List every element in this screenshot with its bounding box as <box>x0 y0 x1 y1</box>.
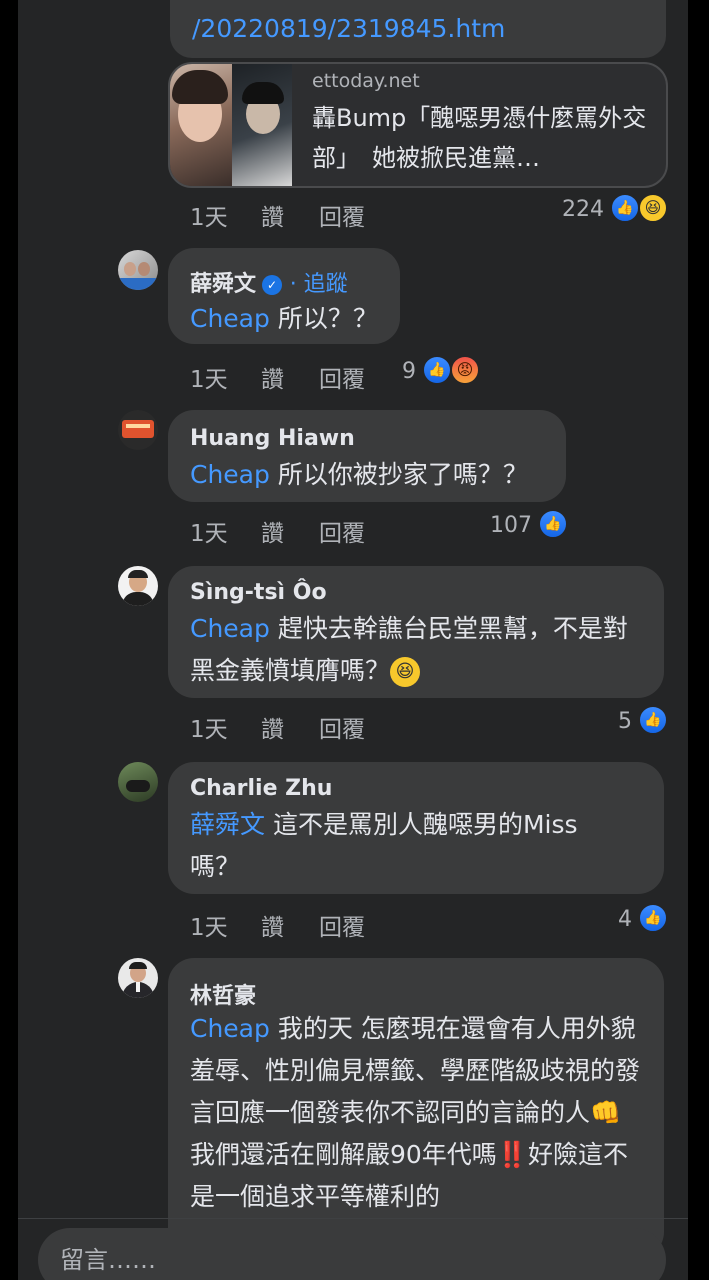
like-icon: 👍 <box>422 355 452 385</box>
comment-author[interactable]: Huang Hiawn <box>190 426 355 451</box>
avatar[interactable] <box>118 410 158 450</box>
comment-author[interactable]: Sìng-tsì Ôo <box>190 580 327 605</box>
reply-button[interactable]: 回覆 <box>319 908 365 942</box>
like-button[interactable]: 讚 <box>261 198 284 232</box>
mention[interactable]: Cheap <box>190 614 270 643</box>
mention[interactable]: Cheap <box>190 460 270 489</box>
comment-time: 1天 <box>190 521 228 547</box>
avatar[interactable] <box>118 250 158 290</box>
reply-button[interactable]: 回覆 <box>319 198 365 232</box>
comment-text: 所以你被抄家了嗎？？ <box>269 460 528 489</box>
avatar[interactable] <box>118 566 158 606</box>
verified-badge-icon: ✓ <box>262 275 283 295</box>
link-preview-card[interactable]: ettoday.net 轟Bump「醜噁男憑什麼罵外交部」 她被掀民進黨… <box>168 62 668 188</box>
mention[interactable]: 薛舜文 <box>190 810 265 839</box>
like-button[interactable]: 讚 <box>261 514 284 548</box>
comment-time: 1天 <box>190 367 228 393</box>
comment-bubble: 林哲豪 Cheap 我的天 怎麼現在還會有人用外貌羞辱、性別偏見標籤、學歷階級歧… <box>168 958 664 1258</box>
reaction-count[interactable]: 9 <box>388 359 416 384</box>
like-icon: 👍 <box>538 509 568 539</box>
comment-time: 1天 <box>190 717 228 743</box>
comment-author[interactable]: 薛舜文 <box>190 272 256 297</box>
haha-icon: 😆 <box>638 193 668 223</box>
comment-author[interactable]: Charlie Zhu <box>190 776 332 801</box>
reaction-count[interactable]: 224 <box>538 197 604 222</box>
reply-button[interactable]: 回覆 <box>319 514 365 548</box>
link-domain: ettoday.net <box>312 70 420 92</box>
comment-time: 1天 <box>190 915 228 941</box>
reaction-count[interactable]: 107 <box>478 513 532 538</box>
composer-divider <box>18 1218 688 1219</box>
reaction-count[interactable]: 4 <box>598 907 632 932</box>
avatar[interactable] <box>118 958 158 998</box>
comment-time: 1天 <box>190 205 228 231</box>
comment-input[interactable] <box>38 1228 666 1280</box>
avatar[interactable] <box>118 762 158 802</box>
angry-icon: 😡 <box>450 355 480 385</box>
like-button[interactable]: 讚 <box>261 360 284 394</box>
comment-bubble: 薛舜文 ✓ · 追蹤 Cheap 所以？？ <box>168 248 400 344</box>
mention[interactable]: Cheap <box>190 304 270 333</box>
comment-text: 我的天 怎麼現在還會有人用外貌羞辱、性別偏見標籤、學歷階級歧視的發言回應一個發表… <box>190 1014 641 1211</box>
link-thumbnail-right <box>232 64 292 186</box>
comment-text: 所以？？ <box>269 304 378 333</box>
reaction-count[interactable]: 5 <box>598 709 632 734</box>
like-button[interactable]: 讚 <box>261 908 284 942</box>
comment-bubble: Sìng-tsì Ôo Cheap 趕快去幹譙台民堂黑幫，不是對黑金義憤填膺嗎？… <box>168 566 664 698</box>
link-title: 轟Bump「醜噁男憑什麼罵外交部」 她被掀民進黨… <box>312 104 647 172</box>
follow-button[interactable]: · 追蹤 <box>290 272 348 297</box>
laughing-emoji-icon: 😆 <box>390 657 421 687</box>
reply-button[interactable]: 回覆 <box>319 710 365 744</box>
reply-button[interactable]: 回覆 <box>319 360 365 394</box>
link-thumbnail-left <box>170 64 232 186</box>
like-icon: 👍 <box>638 705 668 735</box>
link-url[interactable]: /20220819/2319845.htm <box>192 14 505 43</box>
comments-screen: /20220819/2319845.htm ettoday.net 轟Bump「… <box>18 0 688 1280</box>
comment-bubble: Charlie Zhu 薛舜文 這不是罵別人醜噁男的Miss嗎？ <box>168 762 664 894</box>
comment-bubble: Huang Hiawn Cheap 所以你被抄家了嗎？？ <box>168 410 566 502</box>
like-icon: 👍 <box>610 193 640 223</box>
mention[interactable]: Cheap <box>190 1014 270 1043</box>
link-url-bubble[interactable]: /20220819/2319845.htm <box>170 0 666 58</box>
like-icon: 👍 <box>638 903 668 933</box>
comment-author[interactable]: 林哲豪 <box>190 978 256 1010</box>
like-button[interactable]: 讚 <box>261 710 284 744</box>
